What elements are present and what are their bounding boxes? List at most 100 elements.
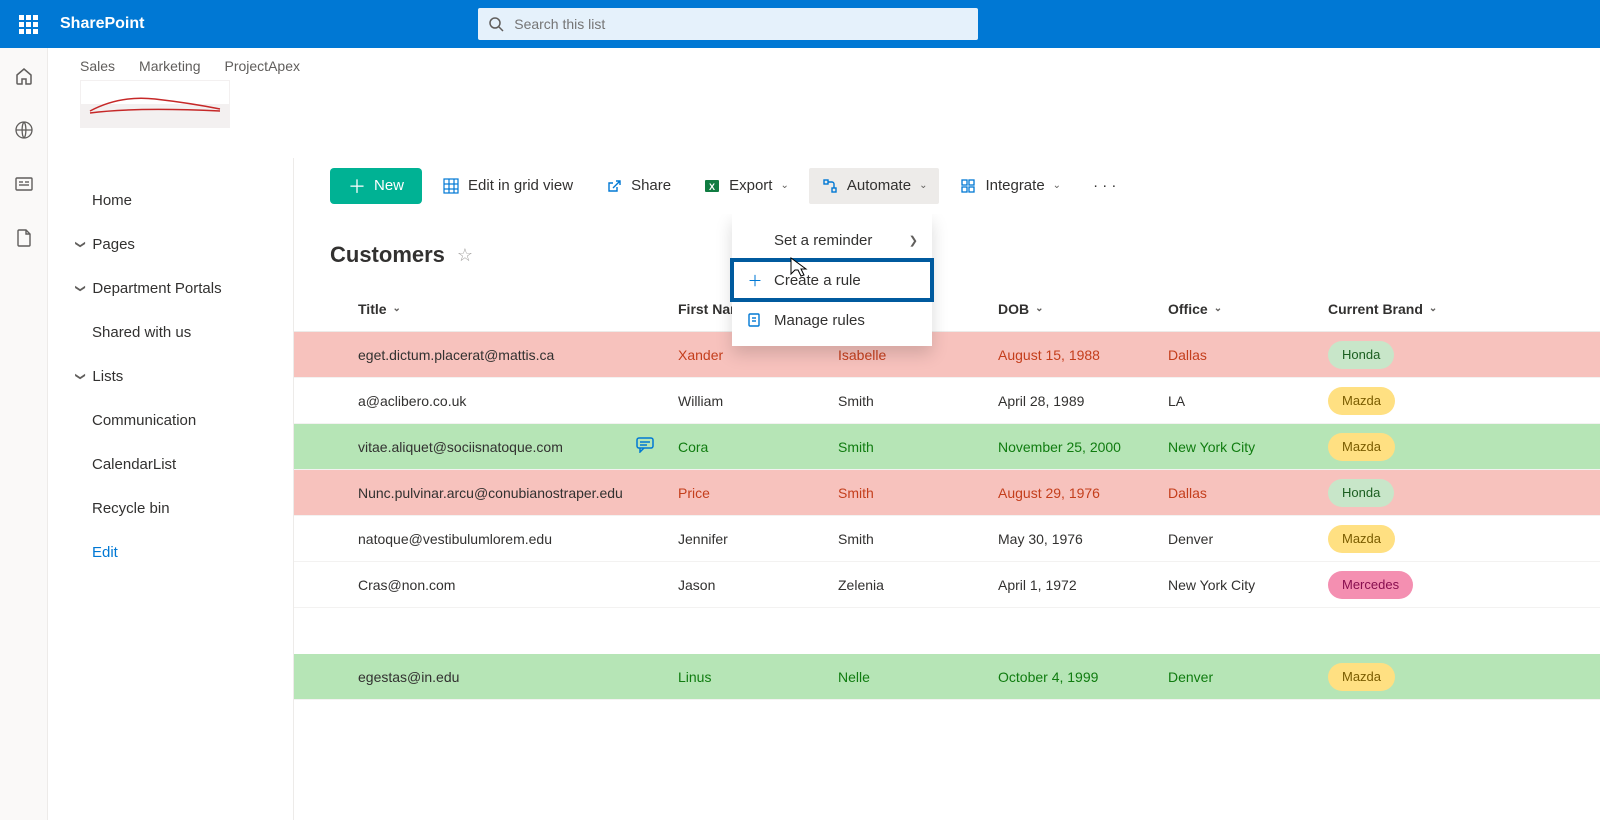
table-row[interactable]: Cras@non.com Jason Zelenia April 1, 1972…: [294, 562, 1600, 608]
nav-communication[interactable]: Communication: [48, 398, 293, 442]
cell-office: Denver: [1168, 531, 1328, 547]
cell-first-name: William: [678, 393, 838, 409]
cell-dob: August 15, 1988: [998, 347, 1168, 363]
app-launcher-button[interactable]: [8, 4, 48, 44]
chevron-right-icon: ❯: [909, 234, 918, 247]
col-brand[interactable]: Current Brand⌄: [1328, 301, 1528, 317]
cell-title: vitae.aliquet@sociisnatoque.com: [358, 437, 678, 456]
table-row[interactable]: eget.dictum.placerat@mattis.ca Xander Is…: [294, 332, 1600, 378]
edit-grid-button[interactable]: Edit in grid view: [430, 168, 585, 204]
car-logo-icon: [85, 89, 225, 119]
menu-set-reminder[interactable]: Set a reminder ❯: [732, 220, 932, 260]
share-icon: [605, 177, 623, 195]
cell-title: eget.dictum.placerat@mattis.ca: [358, 347, 678, 363]
nav-lists[interactable]: ❯Lists: [48, 354, 293, 398]
site-logo[interactable]: [80, 80, 230, 128]
cell-brand: Honda: [1328, 479, 1528, 507]
nav-shared-with-us[interactable]: Shared with us: [48, 310, 293, 354]
app-name[interactable]: SharePoint: [60, 15, 144, 33]
nav-edit-link[interactable]: Edit: [48, 530, 293, 574]
command-bar: ＋New Edit in grid view Share XExport⌄ Au…: [294, 158, 1600, 214]
integrate-button[interactable]: Integrate⌄: [947, 168, 1073, 204]
share-button[interactable]: Share: [593, 168, 683, 204]
integrate-icon: [959, 177, 977, 195]
nav-department-portals[interactable]: ❯Department Portals: [48, 266, 293, 310]
chevron-down-icon: ⌄: [919, 180, 927, 191]
menu-manage-rules[interactable]: Manage rules: [732, 300, 932, 340]
cell-last-name: Smith: [838, 485, 998, 501]
search-box[interactable]: [478, 8, 978, 40]
nav-recycle-bin[interactable]: Recycle bin: [48, 486, 293, 530]
ellipsis-icon: · · ·: [1093, 177, 1116, 194]
automate-button[interactable]: Automate⌄: [809, 168, 940, 204]
col-dob[interactable]: DOB⌄: [998, 301, 1168, 317]
search-wrap: [478, 8, 978, 40]
cell-office: Denver: [1168, 669, 1328, 685]
cell-dob: October 4, 1999: [998, 669, 1168, 685]
crumb-marketing[interactable]: Marketing: [139, 58, 200, 74]
cell-first-name: Cora: [678, 439, 838, 455]
col-title[interactable]: Title⌄: [358, 301, 678, 317]
cell-last-name: Isabelle: [838, 347, 998, 363]
brand-pill: Mazda: [1328, 663, 1395, 691]
chevron-down-icon: ⌄: [780, 180, 788, 191]
list-title: Customers: [330, 242, 445, 268]
news-icon[interactable]: [14, 174, 34, 194]
export-button[interactable]: XExport⌄: [691, 168, 801, 204]
home-icon[interactable]: [14, 66, 34, 86]
cell-first-name: Jennifer: [678, 531, 838, 547]
cell-dob: April 1, 1972: [998, 577, 1168, 593]
quick-launch-nav: Home ❯Pages ❯Department Portals Shared w…: [48, 158, 294, 820]
excel-icon: X: [703, 177, 721, 195]
cell-title: egestas@in.edu: [358, 669, 678, 685]
table-row[interactable]: egestas@in.edu Linus Nelle October 4, 19…: [294, 654, 1600, 700]
cell-office: Dallas: [1168, 347, 1328, 363]
table-row[interactable]: Nunc.pulvinar.arcu@conubianostraper.edu …: [294, 470, 1600, 516]
chevron-down-icon: ❯: [75, 372, 86, 380]
table-row[interactable]: vitae.aliquet@sociisnatoque.com Cora Smi…: [294, 424, 1600, 470]
crumb-projectapex[interactable]: ProjectApex: [225, 58, 300, 74]
new-button[interactable]: ＋New: [330, 168, 422, 204]
files-icon[interactable]: [14, 228, 34, 248]
cell-dob: May 30, 1976: [998, 531, 1168, 547]
left-icon-rail: [0, 48, 48, 820]
globe-icon[interactable]: [14, 120, 34, 140]
table-row[interactable]: a@aclibero.co.uk William Smith April 28,…: [294, 378, 1600, 424]
cell-brand: Mazda: [1328, 525, 1528, 553]
menu-create-rule[interactable]: ＋ Create a rule: [732, 260, 932, 300]
plus-icon: ＋: [746, 271, 764, 289]
brand-pill: Mazda: [1328, 387, 1395, 415]
favorite-star-button[interactable]: ☆: [457, 245, 473, 266]
chevron-down-icon: ❯: [75, 284, 86, 292]
cell-brand: Mazda: [1328, 387, 1528, 415]
empty-gap-row: [294, 608, 1600, 654]
cell-brand: Mazda: [1328, 433, 1528, 461]
cell-title: Cras@non.com: [358, 577, 678, 593]
data-table: Title⌄ First Name⌄ Last Name⌄ DOB⌄ Offic…: [294, 286, 1600, 700]
cell-last-name: Nelle: [838, 669, 998, 685]
cell-office: Dallas: [1168, 485, 1328, 501]
search-input[interactable]: [514, 16, 968, 32]
nav-pages[interactable]: ❯Pages: [48, 222, 293, 266]
plus-icon: ＋: [348, 173, 366, 199]
brand-pill: Honda: [1328, 479, 1394, 507]
comment-icon[interactable]: [636, 437, 654, 456]
chevron-down-icon: ⌄: [1214, 303, 1222, 314]
brand-pill: Honda: [1328, 341, 1394, 369]
cell-office: LA: [1168, 393, 1328, 409]
chevron-down-icon: ⌄: [1035, 303, 1043, 314]
nav-calendarlist[interactable]: CalendarList: [48, 442, 293, 486]
cell-first-name: Jason: [678, 577, 838, 593]
svg-text:X: X: [709, 182, 715, 192]
cell-last-name: Smith: [838, 393, 998, 409]
crumb-sales[interactable]: Sales: [80, 58, 115, 74]
cell-last-name: Zelenia: [838, 577, 998, 593]
more-button[interactable]: · · ·: [1081, 168, 1128, 204]
chevron-down-icon: ⌄: [393, 303, 401, 314]
table-row[interactable]: natoque@vestibulumlorem.edu Jennifer Smi…: [294, 516, 1600, 562]
rules-icon: [746, 311, 764, 329]
col-office[interactable]: Office⌄: [1168, 301, 1328, 317]
chevron-down-icon: ❯: [75, 240, 86, 248]
automate-dropdown: Set a reminder ❯ ＋ Create a rule Manage …: [732, 214, 932, 346]
nav-home[interactable]: Home: [48, 178, 293, 222]
